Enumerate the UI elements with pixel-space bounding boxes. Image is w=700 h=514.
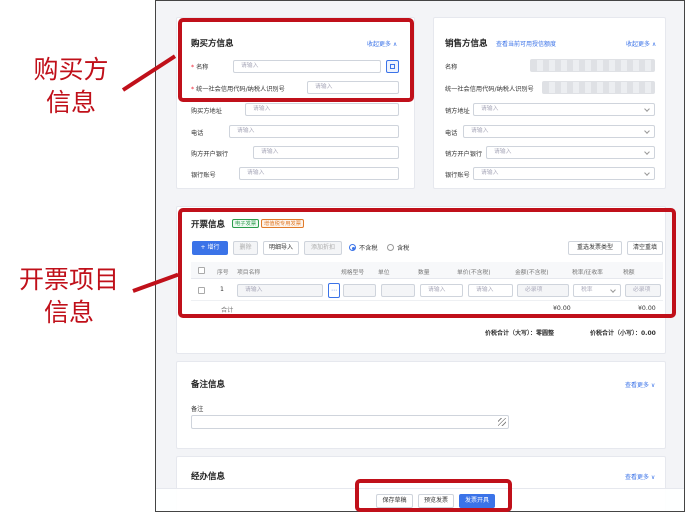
buyer-card: 购买方信息 收起更多 ∧ * 名称 请输入 * 统一社会信用代码/纳税人识别号 请输… — [176, 17, 415, 189]
seller-account-label: 银行账号 — [445, 172, 470, 179]
buyer-bank-input[interactable]: 请输入 — [253, 146, 399, 159]
seller-address-select[interactable]: 请输入 — [473, 103, 655, 116]
buyer-account-label: 银行账号 — [191, 172, 216, 179]
buyer-address-label: 购买方地址 — [191, 108, 222, 115]
total-in-figures: 价税合计（小写）：0.00 — [590, 330, 656, 337]
resize-handle-icon[interactable] — [498, 418, 506, 426]
chevron-down-icon — [644, 149, 650, 155]
buyer-phone-label: 电话 — [191, 130, 204, 137]
chevron-down-icon — [610, 287, 616, 293]
electronic-invoice-tag: 电子发票 — [232, 219, 260, 228]
buyer-bank-label: 购方开户银行 — [191, 151, 229, 158]
col-quantity: 数量 — [418, 270, 430, 276]
table-row: 1 请输入 ⋯ 请输入 请输入 必录项 税率 必录项 — [191, 280, 663, 301]
buyer-name-label: * 名称 — [191, 64, 209, 71]
total-amount: ¥0.00 — [553, 305, 571, 312]
remark-card: 备注信息 查看更多 ∨ 备注 — [176, 361, 666, 449]
buyer-callout-line2: 信息 — [45, 88, 96, 117]
seller-address-label: 销方地址 — [445, 108, 470, 115]
chevron-down-icon — [644, 106, 650, 112]
seller-name-value — [530, 59, 655, 72]
buyer-phone-input[interactable]: 请输入 — [229, 125, 399, 138]
save-draft-button[interactable]: 保存草稿 — [376, 494, 413, 508]
col-unit: 单位 — [378, 270, 390, 276]
total-in-words: 价税合计（大写）：零圆整 — [485, 330, 555, 337]
preview-invoice-button[interactable]: 预览发票 — [418, 494, 454, 508]
seller-phone-label: 电话 — [445, 130, 458, 137]
buyer-account-input[interactable]: 请输入 — [239, 167, 399, 180]
items-table-header: 序号 项目名称 规格型号 单位 数量 单价(不含税) 金额(不含税) 税率/征收… — [191, 262, 663, 279]
delete-row-button[interactable]: 删除 — [233, 241, 258, 255]
issue-invoice-button[interactable]: 发票开具 — [459, 494, 495, 508]
seller-credit-link[interactable]: 查看当前可用授信额度 — [496, 39, 556, 48]
items-callout: 开票项目 信息 — [2, 263, 136, 329]
seller-card: 销售方信息 查看当前可用授信额度 收起更多 ∧ 名称 统一社会信用代码/纳税人识… — [433, 17, 666, 189]
seller-collapse-link[interactable]: 收起更多 ∧ — [626, 39, 656, 48]
invoice-section-title: 开票信息 — [191, 220, 226, 230]
select-all-checkbox[interactable] — [198, 267, 205, 274]
chevron-down-icon — [644, 170, 650, 176]
col-item-name: 项目名称 — [237, 270, 261, 276]
row-index: 1 — [220, 286, 224, 293]
remark-view-more-link[interactable]: 查看更多 ∨ — [625, 380, 655, 389]
remark-section-title: 备注信息 — [191, 380, 226, 390]
row-unit-price-input[interactable]: 请输入 — [468, 284, 513, 297]
row-quantity-input[interactable]: 请输入 — [420, 284, 463, 297]
items-callout-line2: 信息 — [43, 298, 94, 327]
tax-included-label: 含税 — [397, 245, 410, 252]
seller-name-label: 名称 — [445, 64, 458, 71]
chevron-down-icon — [644, 128, 650, 134]
total-tax: ¥0.00 — [638, 305, 656, 312]
remark-field-label: 备注 — [191, 406, 204, 413]
clear-refill-button[interactable]: 清空重填 — [627, 241, 663, 255]
tax-excluded-label: 不含税 — [359, 245, 378, 252]
invoice-items-card: 开票信息 电子发票 增值税专用发票 + 增行 删除 明细导入 添加折扣 不含税 … — [176, 206, 666, 354]
col-unit-price: 单价(不含税) — [457, 270, 491, 276]
row-item-name-input[interactable]: 请输入 — [237, 284, 323, 297]
buyer-callout: 购买方 信息 — [16, 53, 126, 119]
col-amount: 金额(不含税) — [515, 270, 549, 276]
row-amount-input[interactable]: 必录项 — [517, 284, 569, 297]
buyer-collapse-link[interactable]: 收起更多 ∧ — [367, 39, 397, 48]
row-spec-input[interactable] — [343, 284, 376, 297]
seller-taxid-label: 统一社会信用代码/纳税人识别号 — [445, 86, 534, 93]
seller-section-title: 销售方信息 — [445, 39, 488, 49]
invoice-form-window: 购买方信息 收起更多 ∧ * 名称 请输入 * 统一社会信用代码/纳税人识别号 请输… — [155, 0, 685, 512]
buyer-name-input[interactable]: 请输入 — [233, 60, 381, 73]
tax-included-radio[interactable] — [387, 244, 394, 251]
seller-bank-label: 销方开户银行 — [445, 151, 483, 158]
seller-bank-select[interactable]: 请输入 — [486, 146, 655, 159]
row-tax-input[interactable]: 必录项 — [625, 284, 661, 297]
buyer-section-title: 购买方信息 — [191, 39, 234, 49]
add-row-button[interactable]: + 增行 — [192, 241, 228, 255]
row-unit-input[interactable] — [381, 284, 415, 297]
col-spec: 规格型号 — [341, 270, 365, 276]
col-tax: 税额 — [623, 270, 635, 276]
col-tax-rate: 税率/征收率 — [572, 270, 603, 276]
total-label: 合计 — [221, 307, 234, 314]
seller-phone-select[interactable]: 请输入 — [463, 125, 655, 138]
col-index: 序号 — [217, 270, 229, 276]
row-checkbox[interactable] — [198, 287, 205, 294]
special-invoice-tag: 增值税专用发票 — [261, 219, 305, 228]
buyer-address-input[interactable]: 请输入 — [245, 103, 399, 116]
seller-taxid-value — [542, 81, 655, 94]
remark-textarea[interactable] — [191, 415, 509, 429]
reselect-type-button[interactable]: 重选发票类型 — [568, 241, 622, 255]
add-discount-button[interactable]: 添加折扣 — [304, 241, 342, 255]
row-item-picker-icon[interactable]: ⋯ — [328, 283, 340, 298]
tax-excluded-radio[interactable] — [349, 244, 356, 251]
buyer-taxid-label: * 统一社会信用代码/纳税人识别号 — [191, 86, 285, 93]
footer-action-bar: 保存草稿 预览发票 发票开具 — [156, 488, 684, 511]
buyer-lookup-icon[interactable] — [386, 60, 399, 73]
totals-row: 合计 ¥0.00 ¥0.00 — [191, 302, 663, 316]
buyer-taxid-input[interactable]: 请输入 — [307, 81, 399, 94]
handler-view-more-link[interactable]: 查看更多 ∨ — [625, 472, 655, 481]
handler-section-title: 经办信息 — [191, 472, 226, 482]
items-callout-line1: 开票项目 — [18, 265, 119, 294]
detail-import-button[interactable]: 明细导入 — [263, 241, 299, 255]
buyer-callout-line1: 购买方 — [33, 55, 109, 84]
seller-account-select[interactable]: 请输入 — [473, 167, 655, 180]
row-tax-rate-select[interactable]: 税率 — [573, 284, 621, 297]
